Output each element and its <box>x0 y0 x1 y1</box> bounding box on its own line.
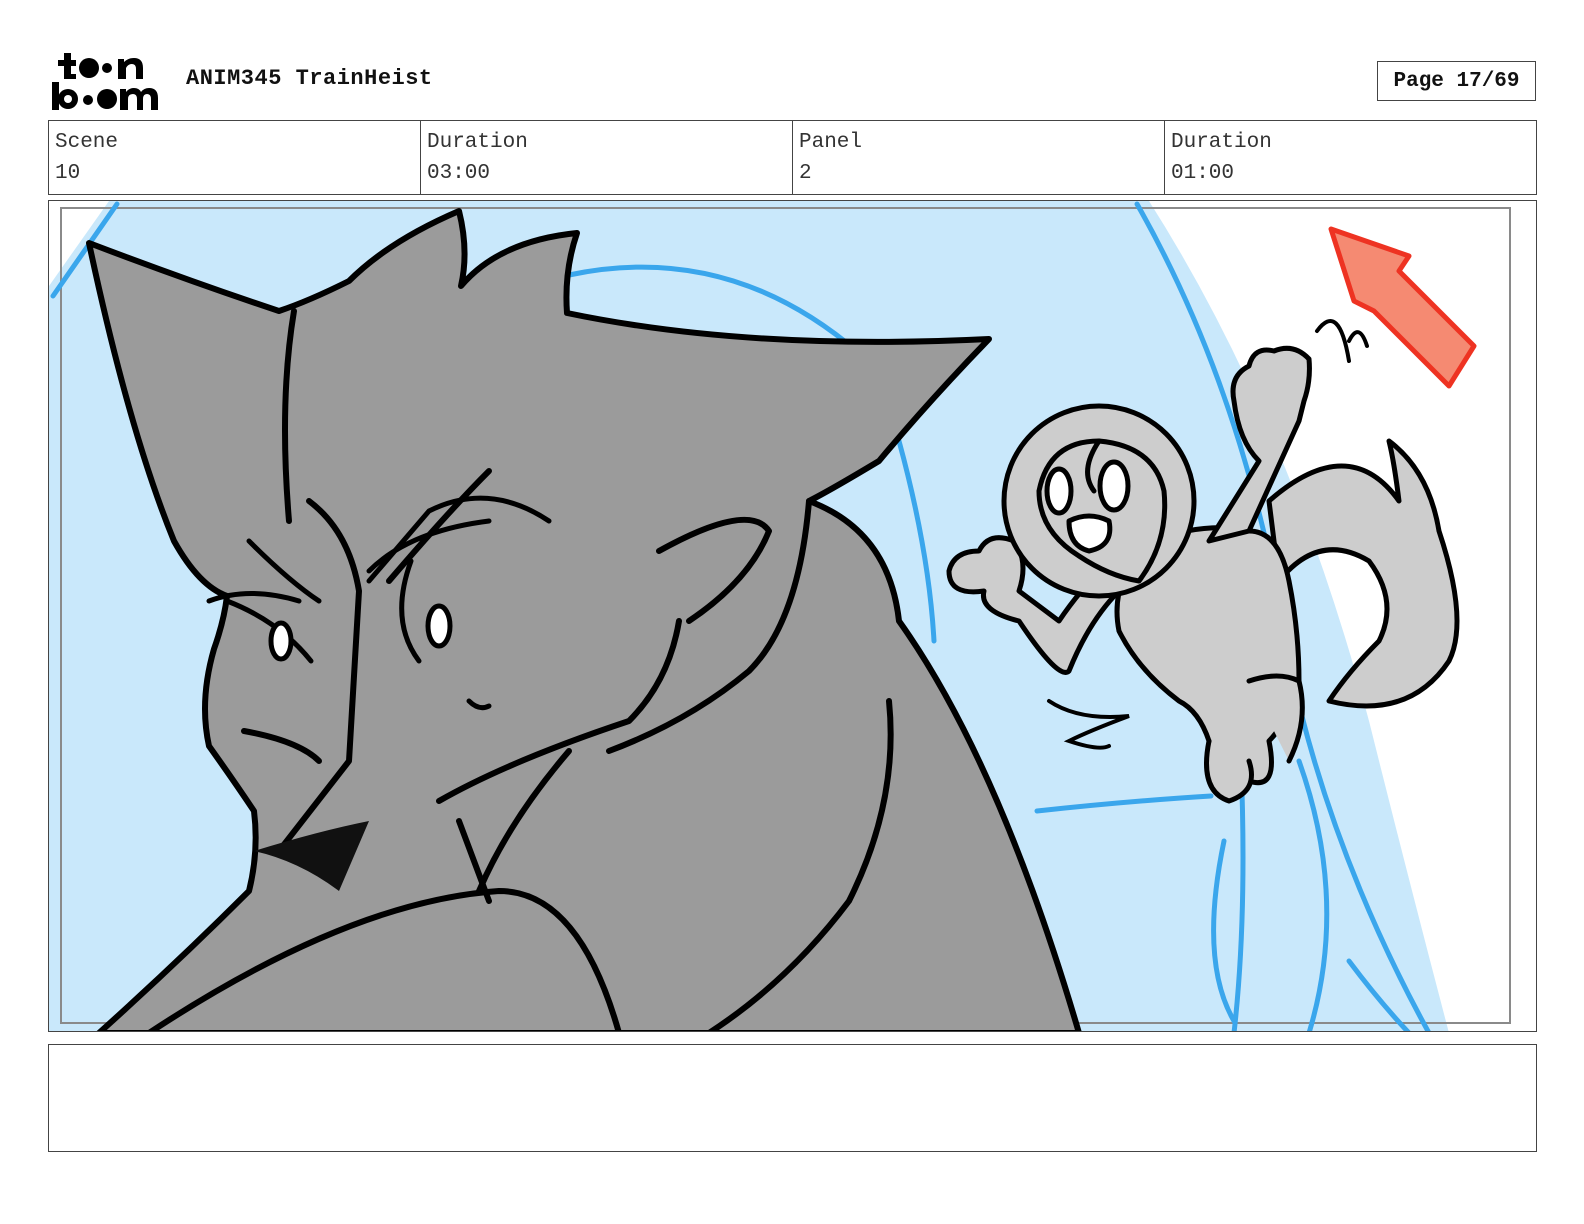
panel-duration-label: Duration <box>1171 131 1272 154</box>
panel-duration-value: 01:00 <box>1171 162 1235 185</box>
panel-notes-box <box>48 1044 1537 1152</box>
scene-value: 10 <box>55 162 81 185</box>
scene-label: Scene <box>55 131 119 154</box>
direction-arrow-icon <box>1328 226 1477 389</box>
toonboom-logo <box>50 50 166 112</box>
panel-duration-cell: Duration 01:00 <box>1165 121 1536 194</box>
scene-duration-cell: Duration 03:00 <box>421 121 793 194</box>
storyboard-panel <box>48 200 1537 1032</box>
scene-cell: Scene 10 <box>49 121 421 194</box>
panel-label: Panel <box>799 131 863 154</box>
panel-cell: Panel 2 <box>793 121 1165 194</box>
project-title: ANIM345 TrainHeist <box>186 66 433 91</box>
scene-duration-value: 03:00 <box>427 162 491 185</box>
page-indicator: Page 17/69 <box>1377 61 1536 101</box>
scene-duration-label: Duration <box>427 131 528 154</box>
panel-info-row: Scene 10 Duration 03:00 Panel 2 Duration… <box>48 120 1537 195</box>
panel-artwork <box>49 201 1511 1031</box>
panel-value: 2 <box>799 162 812 185</box>
